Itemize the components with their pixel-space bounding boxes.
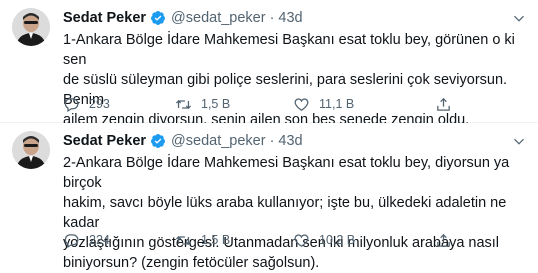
author-handle[interactable]: @sedat_peker [171, 133, 266, 149]
tweet-actions: 224 1,5 B 10,2 B [63, 231, 483, 251]
retweet-button[interactable]: 1,5 B [175, 231, 230, 249]
share-icon [437, 97, 450, 111]
like-button[interactable]: 11,1 B [293, 95, 354, 113]
share-button[interactable] [435, 95, 461, 113]
author-name[interactable]: Sedat Peker [63, 133, 146, 149]
avatar[interactable] [12, 8, 50, 46]
retweet-icon [175, 235, 192, 245]
tweet-header: Sedat Peker @sedat_peker · 43d [63, 8, 508, 28]
retweet-count: 1,5 B [201, 97, 231, 111]
tweet-header: Sedat Peker @sedat_peker · 43d [63, 131, 508, 151]
share-button[interactable] [435, 231, 461, 249]
author-handle[interactable]: @sedat_peker [171, 10, 266, 26]
tweet[interactable]: Sedat Peker @sedat_peker · 43d 2-Ankara … [0, 123, 538, 271]
retweet-icon [175, 99, 192, 109]
reply-icon [64, 97, 79, 112]
separator-dot: · [269, 10, 275, 26]
tweet-text-line: hakim, savcı böyle lüks araba kullanıyor… [63, 195, 507, 231]
verified-badge-icon [150, 133, 166, 149]
retweet-button[interactable]: 1,5 B [175, 95, 230, 113]
like-count: 10,2 B [319, 233, 356, 247]
separator-dot: · [269, 133, 275, 149]
like-count: 11,1 B [319, 97, 355, 111]
tweet-text: 2-Ankara Bölge İdare Mahkemesi Başkanı e… [63, 153, 524, 273]
tweet-time[interactable]: 43d [278, 133, 302, 149]
retweet-count: 1,5 B [201, 233, 231, 247]
reply-icon [64, 233, 79, 248]
tweet-time[interactable]: 43d [278, 10, 302, 26]
reply-count: 293 [89, 97, 110, 111]
chevron-down-icon[interactable] [512, 135, 526, 149]
tweet-text-line: 1-Ankara Bölge İdare Mahkemesi Başkanı e… [63, 32, 515, 68]
tweet-text-line: 2-Ankara Bölge İdare Mahkemesi Başkanı e… [63, 155, 510, 191]
tweet[interactable]: Sedat Peker @sedat_peker · 43d 1-Ankara … [0, 0, 538, 128]
chevron-down-icon[interactable] [512, 12, 526, 26]
heart-icon [294, 233, 309, 247]
reply-count: 224 [89, 233, 110, 247]
reply-button[interactable]: 293 [63, 95, 110, 113]
author-name[interactable]: Sedat Peker [63, 10, 146, 26]
like-button[interactable]: 10,2 B [293, 231, 355, 249]
tweet-actions: 293 1,5 B 11,1 B [63, 95, 483, 115]
reply-button[interactable]: 224 [63, 231, 110, 249]
tweet-text-line: biniyorsun? (zengin fetöcüler sağolsun). [63, 255, 320, 271]
heart-icon [294, 97, 309, 111]
tweet-text: 1-Ankara Bölge İdare Mahkemesi Başkanı e… [63, 30, 524, 130]
verified-badge-icon [150, 10, 166, 26]
avatar[interactable] [12, 131, 50, 169]
share-icon [437, 233, 450, 247]
